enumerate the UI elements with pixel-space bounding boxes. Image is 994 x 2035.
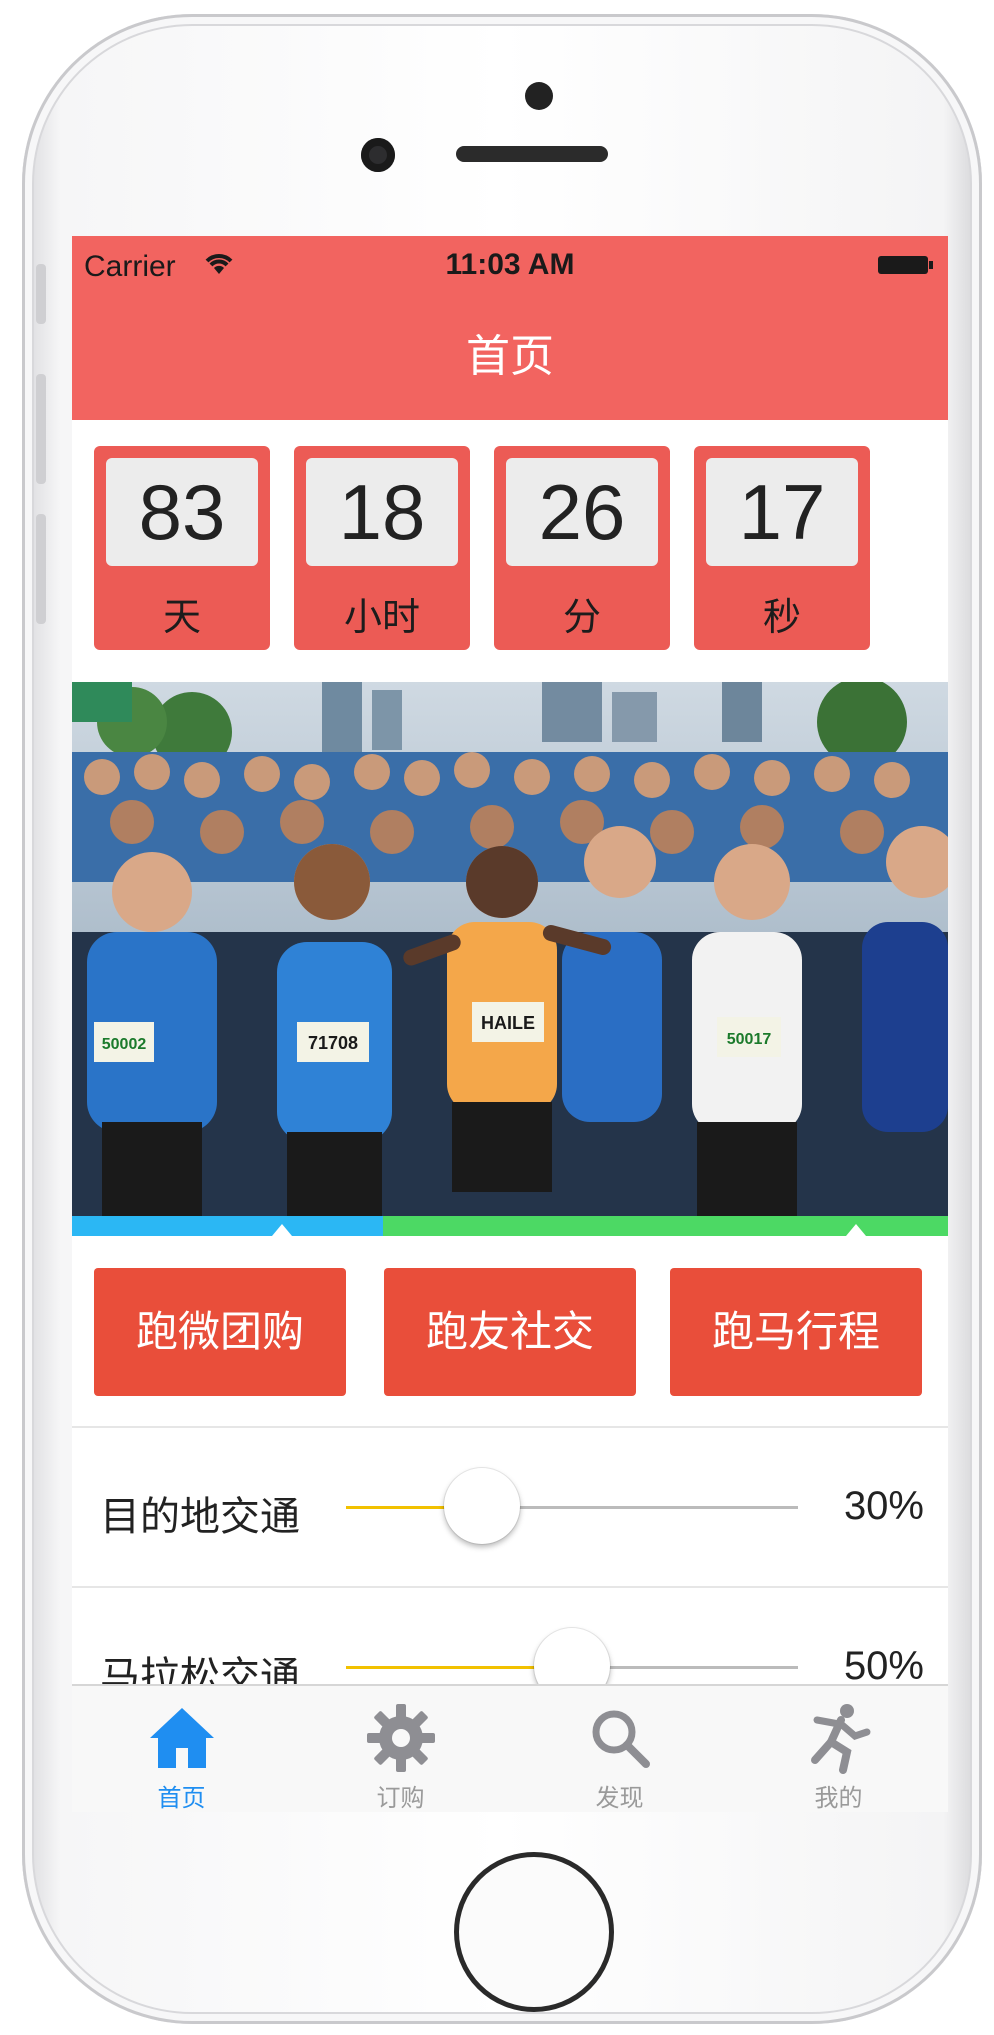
- bib-number: 71708: [308, 1033, 358, 1053]
- battery-icon: [878, 256, 933, 274]
- slider-value: 30%: [843, 1484, 924, 1528]
- slider-thumb[interactable]: [444, 1468, 520, 1544]
- slider-label: 目的地交通: [100, 1495, 300, 1539]
- countdown-minutes-value: 26: [506, 458, 658, 566]
- tab-label: 发现: [595, 1785, 644, 1812]
- page-title: 首页: [466, 332, 554, 381]
- marathon-banner-image[interactable]: 50002 71708 HAILE 50017: [72, 682, 948, 1216]
- group-buy-button[interactable]: 跑微团购: [94, 1268, 346, 1396]
- destination-traffic-slider[interactable]: [346, 1468, 798, 1544]
- marathon-crowd-illustration: 50002 71708 HAILE 50017: [72, 682, 948, 1216]
- countdown-seconds: 17 秒: [694, 446, 870, 650]
- status-time: 11:03 AM: [445, 248, 575, 281]
- front-camera: [361, 138, 395, 172]
- tab-profile[interactable]: 我的: [729, 1686, 948, 1812]
- mute-switch: [36, 264, 46, 324]
- gear-icon: [367, 1704, 435, 1772]
- runner-icon: [811, 1704, 871, 1774]
- countdown-seconds-value: 17: [706, 458, 858, 566]
- countdown-seconds-unit: 秒: [762, 597, 801, 639]
- countdown-hours: 18 小时: [294, 446, 470, 650]
- marathon-traffic-slider[interactable]: [346, 1628, 798, 1704]
- countdown-days-unit: 天: [162, 597, 201, 639]
- banner-page-indicator-fill: [72, 1216, 383, 1236]
- app-screen: Carrier 11:03 AM 首页 83 天 18 小时 26 分 17 秒: [72, 236, 948, 1812]
- countdown-hours-unit: 小时: [343, 597, 420, 639]
- countdown-days: 83 天: [94, 446, 270, 650]
- marathon-trip-button[interactable]: 跑马行程: [670, 1268, 922, 1396]
- proximity-sensor: [525, 82, 553, 110]
- slider-value: 50%: [843, 1644, 924, 1688]
- indicator-notch: [846, 1224, 866, 1236]
- bib-name: HAILE: [481, 1013, 535, 1033]
- volume-down-button: [36, 514, 46, 624]
- navigation-bar: 首页: [72, 292, 948, 420]
- countdown-minutes: 26 分: [494, 446, 670, 650]
- countdown-days-value: 83: [106, 458, 258, 566]
- volume-up-button: [36, 374, 46, 484]
- tab-label: 订购: [376, 1785, 425, 1812]
- countdown-hours-value: 18: [306, 458, 458, 566]
- home-button[interactable]: [454, 1852, 614, 2012]
- search-icon: [592, 1710, 650, 1768]
- tab-label: 我的: [814, 1785, 863, 1812]
- countdown-minutes-unit: 分: [562, 597, 601, 639]
- tab-home[interactable]: 首页: [72, 1686, 291, 1812]
- bib-number: 50002: [102, 1036, 147, 1053]
- tab-label: 首页: [157, 1785, 206, 1812]
- destination-traffic-row: 目的地交通 30%: [72, 1428, 948, 1588]
- status-bar: Carrier 11:03 AM: [72, 236, 948, 292]
- indicator-notch: [272, 1224, 292, 1236]
- tab-discover[interactable]: 发现: [510, 1686, 729, 1812]
- banner-page-indicator: [72, 1216, 948, 1236]
- home-icon: [150, 1708, 214, 1768]
- earpiece-speaker: [456, 146, 608, 162]
- tab-order[interactable]: 订购: [291, 1686, 510, 1812]
- bib-number: 50017: [727, 1031, 772, 1048]
- runner-social-button[interactable]: 跑友社交: [384, 1268, 636, 1396]
- tab-bar: 首页 订购 发现 我的: [72, 1684, 948, 1812]
